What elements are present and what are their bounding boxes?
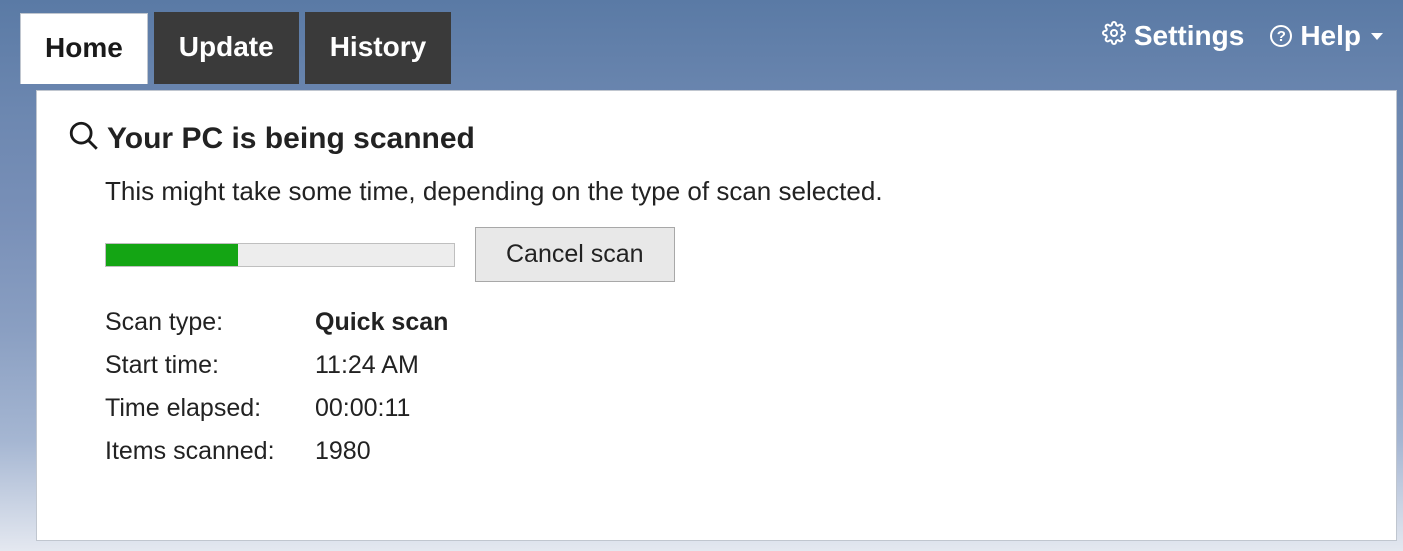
time-elapsed-value: 00:00:11 — [315, 394, 410, 423]
start-time-value: 11:24 AM — [315, 351, 419, 380]
scan-progress-fill — [106, 244, 238, 266]
scan-subtext: This might take some time, depending on … — [105, 176, 1366, 207]
help-icon: ? — [1270, 25, 1292, 47]
settings-link[interactable]: Settings — [1102, 20, 1244, 52]
scan-progress-bar — [105, 243, 455, 267]
gear-icon — [1102, 20, 1126, 52]
time-elapsed-label: Time elapsed: — [105, 394, 315, 423]
tab-update[interactable]: Update — [154, 12, 299, 84]
main-panel: Your PC is being scanned This might take… — [36, 90, 1397, 541]
tab-home[interactable]: Home — [20, 13, 148, 84]
start-time-label: Start time: — [105, 351, 315, 380]
search-icon — [67, 119, 101, 158]
scan-type-label: Scan type: — [105, 308, 315, 337]
settings-label: Settings — [1134, 20, 1244, 52]
items-scanned-value: 1980 — [315, 437, 371, 466]
cancel-scan-button[interactable]: Cancel scan — [475, 227, 675, 282]
help-label: Help — [1300, 20, 1361, 52]
items-scanned-label: Items scanned: — [105, 437, 315, 466]
help-link[interactable]: ? Help — [1270, 20, 1383, 52]
tab-history[interactable]: History — [305, 12, 451, 84]
scan-heading: Your PC is being scanned — [107, 122, 475, 156]
chevron-down-icon — [1371, 33, 1383, 40]
scan-type-value: Quick scan — [315, 308, 448, 337]
